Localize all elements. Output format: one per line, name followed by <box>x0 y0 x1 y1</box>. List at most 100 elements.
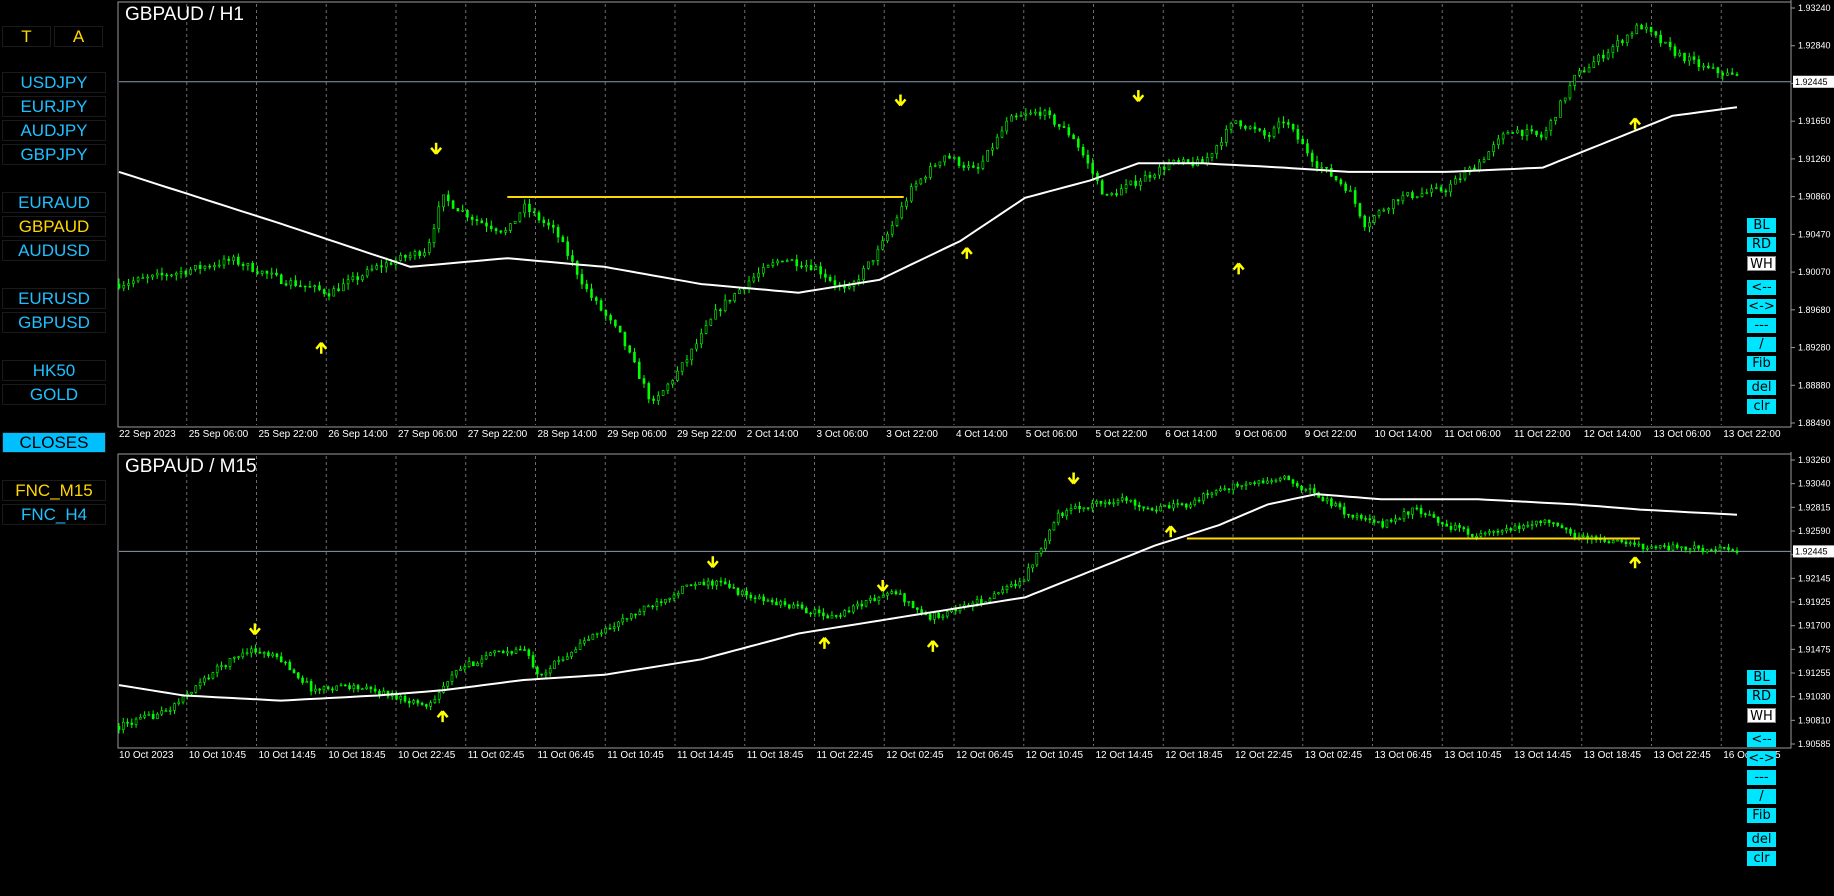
candle-body <box>297 672 300 679</box>
candle-body <box>151 713 155 719</box>
candle-body <box>1425 192 1429 194</box>
tool-button-del[interactable]: del <box>1747 380 1776 395</box>
candle-body <box>805 607 808 614</box>
candle-body <box>343 684 347 687</box>
candle-body <box>1162 166 1166 170</box>
symbol-button-audusd[interactable]: AUDUSD <box>2 240 106 261</box>
tool-button-fib[interactable]: Fib <box>1747 356 1776 371</box>
candle-body <box>1444 190 1448 193</box>
symbol-button-eurjpy[interactable]: EURJPY <box>2 96 106 117</box>
tool-button-dashes[interactable]: --- <box>1747 318 1776 333</box>
symbol-button-usdjpy[interactable]: USDJPY <box>2 72 106 93</box>
candle-body <box>475 219 479 222</box>
candle-body <box>1392 199 1395 209</box>
candle-body <box>1568 85 1572 99</box>
candle-body <box>668 597 672 600</box>
symbol-button-eurusd[interactable]: EURUSD <box>2 288 106 309</box>
price-label: 1.90585 <box>1798 739 1831 749</box>
candle-body <box>1177 159 1180 163</box>
sidebar-button-a[interactable]: A <box>54 26 103 47</box>
tool-button-arrow-left[interactable]: <-- <box>1747 732 1776 747</box>
candle-body <box>1301 138 1304 144</box>
candle-body <box>1176 503 1180 505</box>
candle-body <box>1270 480 1273 483</box>
candle-body <box>702 581 706 586</box>
candle-body <box>510 651 514 654</box>
candles <box>117 474 1739 734</box>
tool-button-wh[interactable]: WH <box>1747 256 1776 272</box>
symbol-button-euraud[interactable]: EURAUD <box>2 192 106 213</box>
tool-button-fib[interactable]: Fib <box>1747 808 1776 823</box>
tool-button-bl[interactable]: BL <box>1747 218 1776 233</box>
tool-button-arrow-left[interactable]: <-- <box>1747 280 1776 295</box>
candle-body <box>305 681 309 683</box>
candle-body <box>997 592 1000 595</box>
symbol-button-fnc-h4[interactable]: FNC_H4 <box>2 504 106 525</box>
tool-button-trendline[interactable]: / <box>1747 337 1776 352</box>
candle-body <box>356 276 359 280</box>
candle-body <box>1496 530 1500 533</box>
candle-body <box>1133 499 1137 506</box>
candle-body <box>1110 193 1114 195</box>
symbol-button-audjpy[interactable]: AUDJPY <box>2 120 106 141</box>
candle-body <box>976 167 980 169</box>
candle-body <box>1031 564 1034 569</box>
candle-body <box>170 274 173 277</box>
symbol-button-gold[interactable]: GOLD <box>2 384 106 405</box>
tool-button-clr[interactable]: clr <box>1747 399 1776 414</box>
sidebar-button-t[interactable]: T <box>2 26 51 47</box>
symbol-button-gbpusd[interactable]: GBPUSD <box>2 312 106 333</box>
candle-body <box>408 700 411 704</box>
candle-body <box>719 309 722 312</box>
candle-body <box>348 685 351 690</box>
candle-body <box>1516 129 1519 133</box>
candle-body <box>1721 72 1724 76</box>
candle-body <box>1449 183 1452 193</box>
candle-body <box>886 233 889 242</box>
tool-button-trendline[interactable]: / <box>1747 789 1776 804</box>
candle-body <box>271 653 274 657</box>
candle-body <box>275 653 279 657</box>
candle-body <box>246 263 250 266</box>
symbol-button-hk50[interactable]: HK50 <box>2 360 106 381</box>
candle-body <box>1082 507 1086 509</box>
symbol-button-gbpjpy[interactable]: GBPJPY <box>2 144 106 165</box>
candle-body <box>609 315 612 321</box>
candle-body <box>938 161 942 166</box>
symbol-button-closes[interactable]: CLOSES <box>2 432 106 453</box>
candle-body <box>1368 518 1372 521</box>
candle-body <box>1482 159 1486 163</box>
tool-button-del[interactable]: del <box>1747 832 1776 847</box>
candle-body <box>265 270 269 274</box>
candle-body <box>160 272 164 276</box>
candle-body <box>661 390 665 396</box>
candle-body <box>1148 175 1152 178</box>
candle-body <box>556 227 560 238</box>
chart-pane-h1[interactable]: 1.932401.928401.920501.916501.912601.908… <box>117 0 1834 446</box>
tool-button-arrow-both[interactable]: <-> <box>1747 299 1776 314</box>
time-label: 3 Oct 22:00 <box>886 429 938 440</box>
candle-body <box>1257 480 1261 484</box>
tool-button-rd[interactable]: RD <box>1747 689 1776 704</box>
price-label: 1.92840 <box>1798 41 1831 51</box>
candle-body <box>1061 512 1064 517</box>
candle-body <box>1223 488 1227 491</box>
candle-body <box>1522 525 1525 529</box>
tool-button-rd[interactable]: RD <box>1747 237 1776 252</box>
tool-button-bl[interactable]: BL <box>1747 670 1776 685</box>
tool-button-clr[interactable]: clr <box>1747 851 1776 866</box>
symbol-button-fnc-m15[interactable]: FNC_M15 <box>2 480 106 501</box>
tool-button-wh[interactable]: WH <box>1747 708 1776 724</box>
chart-pane-m15[interactable]: 1.932601.930401.928151.925901.923701.921… <box>117 452 1834 896</box>
candle-body <box>215 665 219 673</box>
candle-body <box>322 686 326 691</box>
candle-body <box>270 272 274 275</box>
candle-body <box>258 651 262 654</box>
tool-button-dashes[interactable]: --- <box>1747 770 1776 785</box>
tool-button-arrow-both[interactable]: <-> <box>1747 751 1776 766</box>
candle-body <box>1554 117 1557 121</box>
symbol-button-gbpaud[interactable]: GBPAUD <box>2 216 106 237</box>
candle-body <box>1714 549 1717 552</box>
candle-body <box>1535 130 1538 136</box>
candle-body <box>1735 550 1739 553</box>
